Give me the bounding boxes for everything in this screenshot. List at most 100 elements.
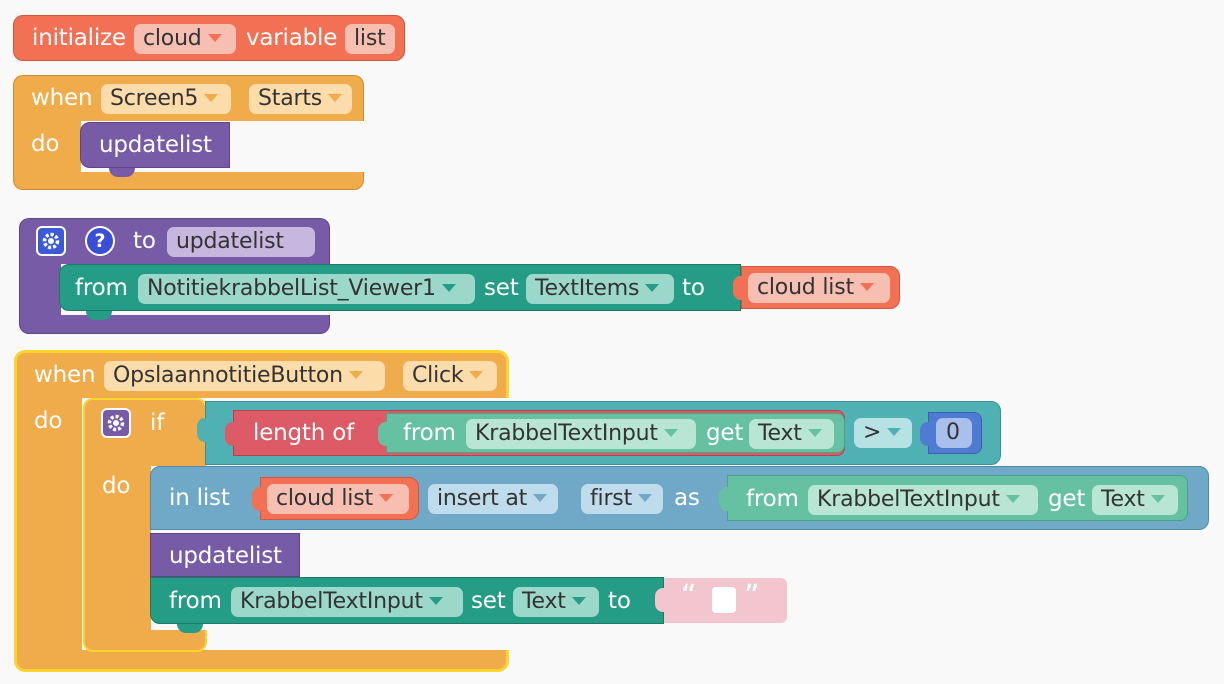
as-keyword: as bbox=[674, 485, 700, 511]
if-keyword: if bbox=[150, 410, 165, 436]
in-list-keyword: in list bbox=[169, 485, 230, 511]
call-updatelist-block[interactable]: updatelist bbox=[80, 122, 230, 177]
blocks-workspace[interactable]: initialize cloud variable list when Scre… bbox=[0, 0, 1224, 684]
dropdown-arrow-icon bbox=[859, 283, 874, 291]
number-value-label: 0 bbox=[946, 420, 960, 445]
dropdown-arrow-icon bbox=[204, 94, 219, 102]
from-keyword: from bbox=[169, 588, 222, 614]
from-keyword: from bbox=[403, 420, 456, 446]
text-property-dropdown[interactable]: Text bbox=[1092, 485, 1178, 515]
click-event-label: Click bbox=[412, 363, 464, 388]
dropdown-arrow-icon bbox=[428, 597, 443, 605]
dropdown-arrow-icon bbox=[887, 428, 902, 436]
variable-name-label: cloud bbox=[143, 26, 202, 51]
help-icon[interactable]: ? bbox=[85, 226, 115, 256]
textinput-component-dropdown[interactable]: KrabbelTextInput bbox=[231, 587, 463, 617]
get-cloud-list-block[interactable]: cloud list bbox=[252, 477, 419, 520]
textinput-component-label: KrabbelTextInput bbox=[475, 421, 658, 446]
textitems-property-dropdown[interactable]: TextItems bbox=[526, 274, 674, 304]
cloud-list-variable-label: cloud list bbox=[757, 275, 854, 300]
textinput-component-dropdown[interactable]: KrabbelTextInput bbox=[808, 485, 1038, 515]
dropdown-arrow-icon bbox=[571, 597, 586, 605]
dropdown-arrow-icon bbox=[1150, 495, 1165, 503]
initialize-global-variable-block[interactable]: initialize cloud variable list bbox=[13, 15, 405, 61]
initialize-keyword: initialize bbox=[32, 25, 126, 51]
screen-component-label: Screen5 bbox=[110, 86, 199, 111]
get-text-block[interactable]: from KrabbelTextInput get Text bbox=[378, 413, 845, 453]
screen-component-dropdown[interactable]: Screen5 bbox=[101, 84, 231, 114]
insert-position-dropdown[interactable]: first bbox=[581, 484, 663, 514]
when-keyword: when bbox=[31, 85, 93, 111]
dropdown-arrow-icon bbox=[645, 284, 660, 292]
do-keyword: do bbox=[34, 408, 63, 434]
compare-operator-label: > bbox=[863, 420, 882, 445]
procedure-name-label: updatelist bbox=[176, 229, 284, 254]
set-keyword: set bbox=[484, 275, 519, 301]
call-updatelist-block[interactable]: updatelist bbox=[150, 533, 300, 577]
dropdown-arrow-icon bbox=[207, 34, 222, 42]
from-keyword: from bbox=[75, 275, 128, 301]
button-component-dropdown[interactable]: OpslaannotitieButton bbox=[104, 361, 385, 391]
button-component-label: OpslaannotitieButton bbox=[113, 363, 343, 388]
cloud-list-variable-dropdown[interactable]: cloud list bbox=[267, 484, 409, 514]
do-keyword: do bbox=[31, 131, 60, 157]
get-keyword: get bbox=[1048, 486, 1086, 512]
cloud-list-variable-dropdown[interactable]: cloud list bbox=[748, 273, 890, 303]
insert-mode-label: insert at bbox=[437, 486, 528, 511]
set-keyword: set bbox=[471, 588, 506, 614]
from-keyword: from bbox=[746, 486, 799, 512]
dropdown-arrow-icon bbox=[1005, 495, 1020, 503]
procedure-name-field[interactable]: updatelist bbox=[167, 227, 315, 257]
dropdown-arrow-icon bbox=[533, 494, 548, 502]
length-of-label: length of bbox=[253, 420, 354, 446]
list-value-block[interactable]: list bbox=[345, 24, 395, 54]
textitems-property-label: TextItems bbox=[535, 276, 640, 301]
click-event-dropdown[interactable]: Click bbox=[403, 361, 497, 391]
textinput-component-dropdown[interactable]: KrabbelTextInput bbox=[466, 419, 696, 449]
to-keyword: to bbox=[608, 588, 631, 614]
event-name-dropdown[interactable]: Starts bbox=[249, 84, 352, 114]
cloud-list-variable-label: cloud list bbox=[276, 486, 373, 511]
dropdown-arrow-icon bbox=[328, 94, 343, 102]
gear-icon[interactable] bbox=[36, 226, 66, 256]
list-viewer-component-label: NotitiekrabbelList_Viewer1 bbox=[147, 276, 436, 301]
list-value-label: list bbox=[354, 26, 386, 51]
to-keyword: to bbox=[682, 275, 705, 301]
dropdown-arrow-icon bbox=[378, 494, 393, 502]
set-text-block[interactable]: from KrabbelTextInput set Text to bbox=[150, 577, 664, 633]
textinput-component-label: KrabbelTextInput bbox=[817, 487, 1000, 512]
set-textitems-block[interactable]: from NotitiekrabbelList_Viewer1 set Text… bbox=[59, 264, 741, 320]
dropdown-arrow-icon bbox=[807, 429, 822, 437]
variable-name-field[interactable]: cloud bbox=[134, 24, 236, 54]
list-viewer-component-dropdown[interactable]: NotitiekrabbelList_Viewer1 bbox=[138, 274, 475, 304]
get-cloud-list-block[interactable]: cloud list bbox=[733, 266, 900, 309]
get-keyword: get bbox=[706, 420, 744, 446]
dropdown-arrow-icon bbox=[638, 494, 652, 502]
text-property-dropdown[interactable]: Text bbox=[513, 587, 599, 617]
do-keyword: do bbox=[102, 473, 131, 499]
call-procedure-label: updatelist bbox=[99, 132, 212, 158]
dropdown-arrow-icon bbox=[663, 429, 678, 437]
insert-position-label: first bbox=[590, 486, 632, 511]
variable-keyword: variable bbox=[246, 25, 338, 51]
text-property-dropdown[interactable]: Text bbox=[749, 419, 834, 449]
number-block[interactable]: 0 bbox=[920, 412, 982, 454]
call-procedure-label: updatelist bbox=[169, 543, 282, 569]
empty-text-block[interactable]: “ ” bbox=[655, 578, 787, 623]
compare-operator-dropdown[interactable]: > bbox=[854, 418, 912, 448]
dropdown-arrow-icon bbox=[348, 371, 363, 379]
text-property-label: Text bbox=[758, 421, 802, 446]
get-text-block-2[interactable]: from KrabbelTextInput get Text bbox=[719, 475, 1188, 521]
text-property-label: Text bbox=[1101, 487, 1145, 512]
close-quote-icon: ” bbox=[744, 579, 760, 614]
textinput-component-label: KrabbelTextInput bbox=[240, 589, 423, 614]
text-value-field[interactable] bbox=[712, 587, 736, 613]
dropdown-arrow-icon bbox=[441, 284, 456, 292]
insert-mode-dropdown[interactable]: insert at bbox=[428, 484, 558, 514]
open-quote-icon: “ bbox=[681, 579, 697, 614]
text-property-label: Text bbox=[522, 589, 566, 614]
to-keyword: to bbox=[133, 228, 156, 254]
gear-icon[interactable] bbox=[101, 408, 131, 438]
event-name-label: Starts bbox=[258, 86, 323, 111]
number-value-field[interactable]: 0 bbox=[936, 418, 972, 448]
